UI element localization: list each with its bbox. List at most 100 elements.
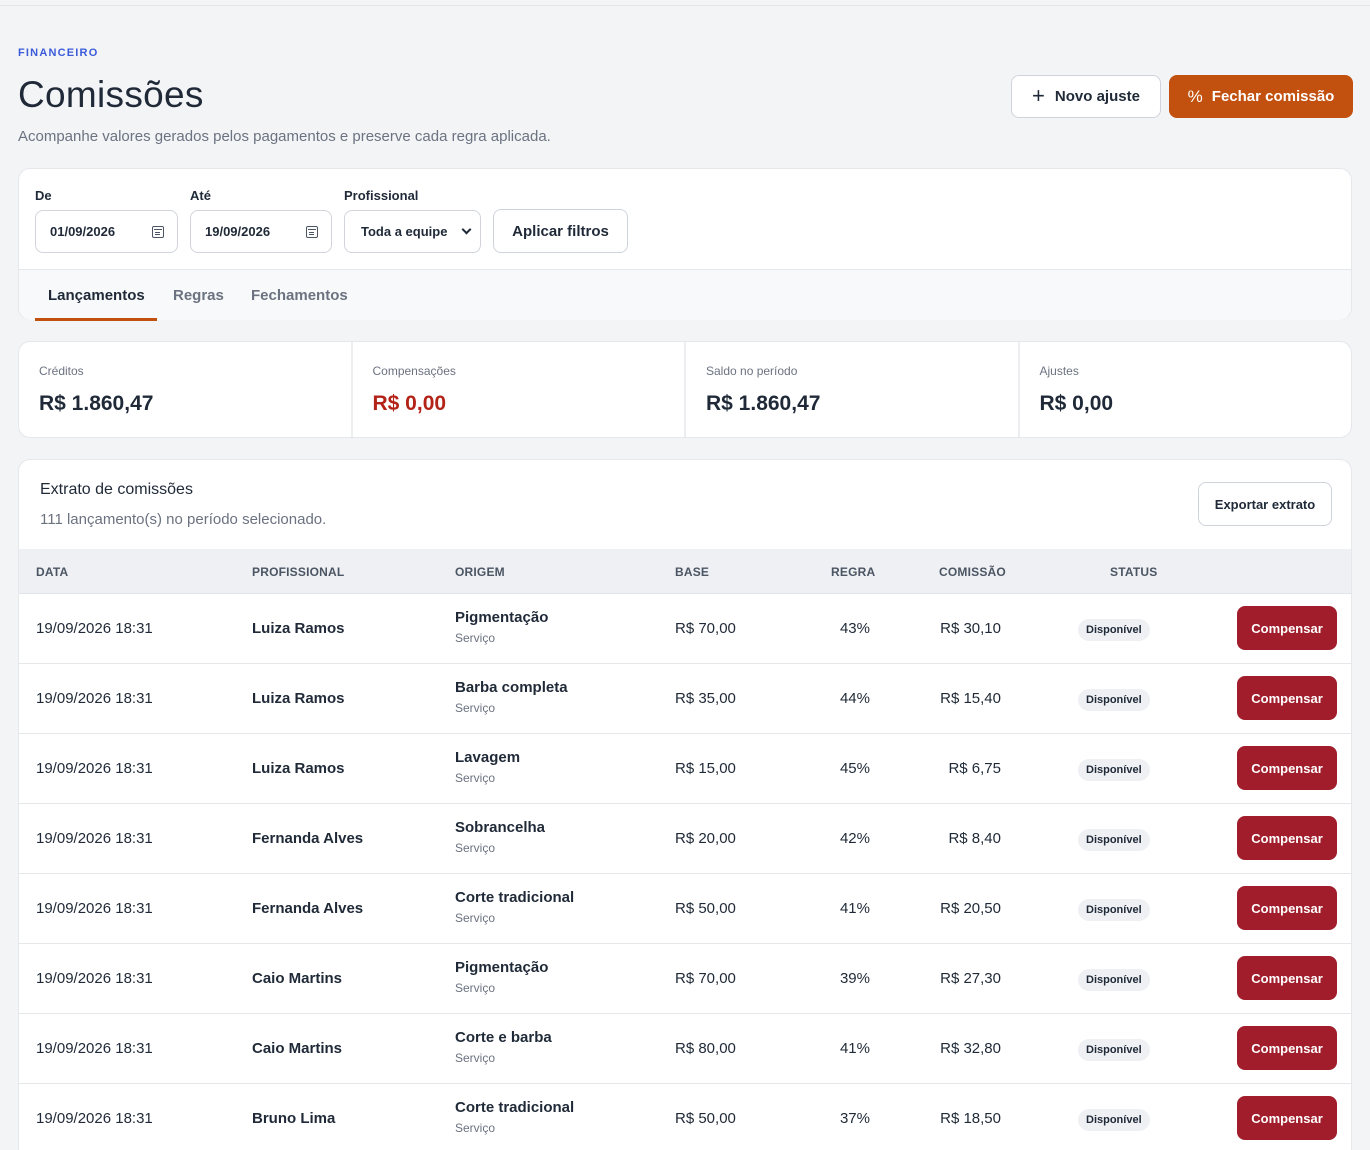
status-badge: Disponível: [1078, 619, 1150, 641]
origin-name: Barba completa: [455, 679, 568, 696]
origin-name: Corte tradicional: [455, 1099, 575, 1116]
calendar-icon[interactable]: [306, 225, 318, 238]
origin-name: Pigmentação: [455, 609, 549, 626]
status-badge: Disponível: [1078, 1039, 1150, 1061]
row-date: 19/09/2026 18:31: [36, 1040, 153, 1057]
origin-type: Serviço: [455, 911, 496, 925]
table-row: 19/09/2026 18:31 Caio Martins Pigmentação S…: [19, 944, 1351, 1014]
tab-lancamentos[interactable]: Lançamentos: [35, 270, 157, 321]
row-base: R$ 80,00: [675, 1040, 736, 1057]
row-origin: Barba completa Serviço: [455, 679, 568, 715]
from-date-value: 01/09/2026: [50, 224, 116, 239]
origin-type: Serviço: [455, 981, 496, 995]
tabs-bar: Lançamentos Regras Fechamentos: [19, 269, 1351, 321]
row-date: 19/09/2026 18:31: [36, 620, 153, 637]
row-professional: Caio Martins: [252, 970, 343, 987]
table-row: 19/09/2026 18:31 Bruno Lima Corte tradicio…: [19, 1084, 1351, 1150]
professional-value: Toda a equipe: [361, 224, 448, 239]
table-row: 19/09/2026 18:31 Luiza Ramos Pigmentação Se…: [19, 594, 1351, 664]
row-rule: 41%: [839, 900, 870, 917]
compensate-button[interactable]: Compensar: [1237, 816, 1337, 860]
chevron-down-icon: [461, 224, 472, 235]
row-date: 19/09/2026 18:31: [36, 830, 153, 847]
from-date-input[interactable]: 01/09/2026: [35, 210, 178, 253]
stat-balance: Saldo no período R$ 1.860,47: [686, 342, 1020, 437]
row-base: R$ 50,00: [675, 1110, 736, 1127]
stat-credits: Créditos R$ 1.860,47: [19, 342, 353, 437]
row-origin: Corte tradicional Serviço: [455, 1099, 574, 1135]
row-commission: R$ 15,40: [940, 690, 1001, 707]
to-date-input[interactable]: 19/09/2026: [190, 210, 332, 253]
table-body: 19/09/2026 18:31 Luiza Ramos Pigmentação Se…: [19, 594, 1351, 1150]
commission-statement: Extrato de comissões 111 lançamento(s) n…: [18, 459, 1352, 1150]
compensate-button[interactable]: Compensar: [1237, 886, 1337, 930]
table-header: DATA PROFISSIONAL ORIGEM BASE REGRA COMI…: [19, 549, 1351, 594]
compensate-button[interactable]: Compensar: [1237, 676, 1337, 720]
row-professional: Fernanda Alves: [252, 900, 364, 917]
col-base: BASE: [675, 564, 710, 579]
row-date: 19/09/2026 18:31: [36, 690, 153, 707]
origin-type: Serviço: [455, 631, 496, 645]
section-eyebrow: FINANCEIRO: [18, 47, 99, 59]
origin-name: Lavagem: [455, 749, 521, 766]
row-professional: Luiza Ramos: [252, 620, 345, 637]
status-badge: Disponível: [1078, 829, 1150, 851]
col-status: STATUS: [1110, 564, 1158, 579]
tab-regras[interactable]: Regras: [173, 270, 224, 320]
row-rule: 42%: [839, 830, 870, 847]
stat-compensations: Compensações R$ 0,00: [353, 342, 686, 437]
tab-fechamentos[interactable]: Fechamentos: [251, 270, 348, 320]
stat-label: Ajustes: [1039, 364, 1079, 378]
col-commission: COMISSÃO: [939, 564, 1006, 579]
status-badge: Disponível: [1078, 759, 1150, 781]
page-title: Comissões: [18, 74, 204, 115]
row-rule: 39%: [839, 970, 870, 987]
new-adjust-label: Novo ajuste: [1054, 88, 1140, 105]
close-commission-button[interactable]: % Fechar comissão: [1169, 75, 1353, 118]
origin-name: Sobrancelha: [455, 819, 546, 836]
stat-adjustments: Ajustes R$ 0,00: [1020, 342, 1352, 437]
stat-label: Compensações: [372, 364, 456, 378]
row-commission: R$ 8,40: [948, 830, 1001, 847]
stat-label: Créditos: [39, 364, 84, 378]
row-date: 19/09/2026 18:31: [36, 1110, 153, 1127]
new-adjust-button[interactable]: + Novo ajuste: [1011, 75, 1161, 118]
table-row: 19/09/2026 18:31 Fernanda Alves Corte trad…: [19, 874, 1351, 944]
professional-select[interactable]: Toda a equipe: [344, 210, 481, 253]
origin-type: Serviço: [455, 841, 496, 855]
table-row: 19/09/2026 18:31 Luiza Ramos Lavagem Serviç…: [19, 734, 1351, 804]
origin-type: Serviço: [455, 1051, 496, 1065]
summary-stats: Créditos R$ 1.860,47 Compensações R$ 0,0…: [18, 341, 1352, 438]
apply-filters-button[interactable]: Aplicar filtros: [493, 209, 628, 253]
status-badge: Disponível: [1078, 689, 1150, 711]
row-rule: 41%: [839, 1040, 870, 1057]
row-commission: R$ 20,50: [940, 900, 1001, 917]
row-base: R$ 20,00: [675, 830, 736, 847]
row-base: R$ 50,00: [675, 900, 736, 917]
compensate-button[interactable]: Compensar: [1237, 1026, 1337, 1070]
calendar-icon[interactable]: [152, 225, 164, 238]
col-professional: PROFISSIONAL: [252, 564, 345, 579]
page-subtitle: Acompanhe valores gerados pelos pagament…: [18, 128, 551, 145]
row-origin: Lavagem Serviço: [455, 749, 520, 785]
origin-name: Pigmentação: [455, 959, 549, 976]
compensate-button[interactable]: Compensar: [1237, 606, 1337, 650]
table-row: 19/09/2026 18:31 Luiza Ramos Barba complet…: [19, 664, 1351, 734]
row-origin: Pigmentação Serviço: [455, 609, 548, 645]
export-statement-button[interactable]: Exportar extrato: [1198, 482, 1332, 526]
row-commission: R$ 6,75: [948, 760, 1001, 777]
compensate-button[interactable]: Compensar: [1237, 746, 1337, 790]
row-origin: Sobrancelha Serviço: [455, 819, 545, 855]
row-professional: Fernanda Alves: [252, 830, 364, 847]
compensate-button[interactable]: Compensar: [1237, 956, 1337, 1000]
col-date: DATA: [36, 564, 69, 579]
status-badge: Disponível: [1078, 1109, 1150, 1131]
row-professional: Luiza Ramos: [252, 760, 345, 777]
top-divider: [0, 5, 1370, 6]
statement-title: Extrato de comissões: [40, 481, 193, 498]
row-date: 19/09/2026 18:31: [36, 970, 153, 987]
row-professional: Luiza Ramos: [252, 690, 345, 707]
row-base: R$ 35,00: [675, 690, 736, 707]
row-base: R$ 15,00: [675, 760, 736, 777]
compensate-button[interactable]: Compensar: [1237, 1096, 1337, 1140]
